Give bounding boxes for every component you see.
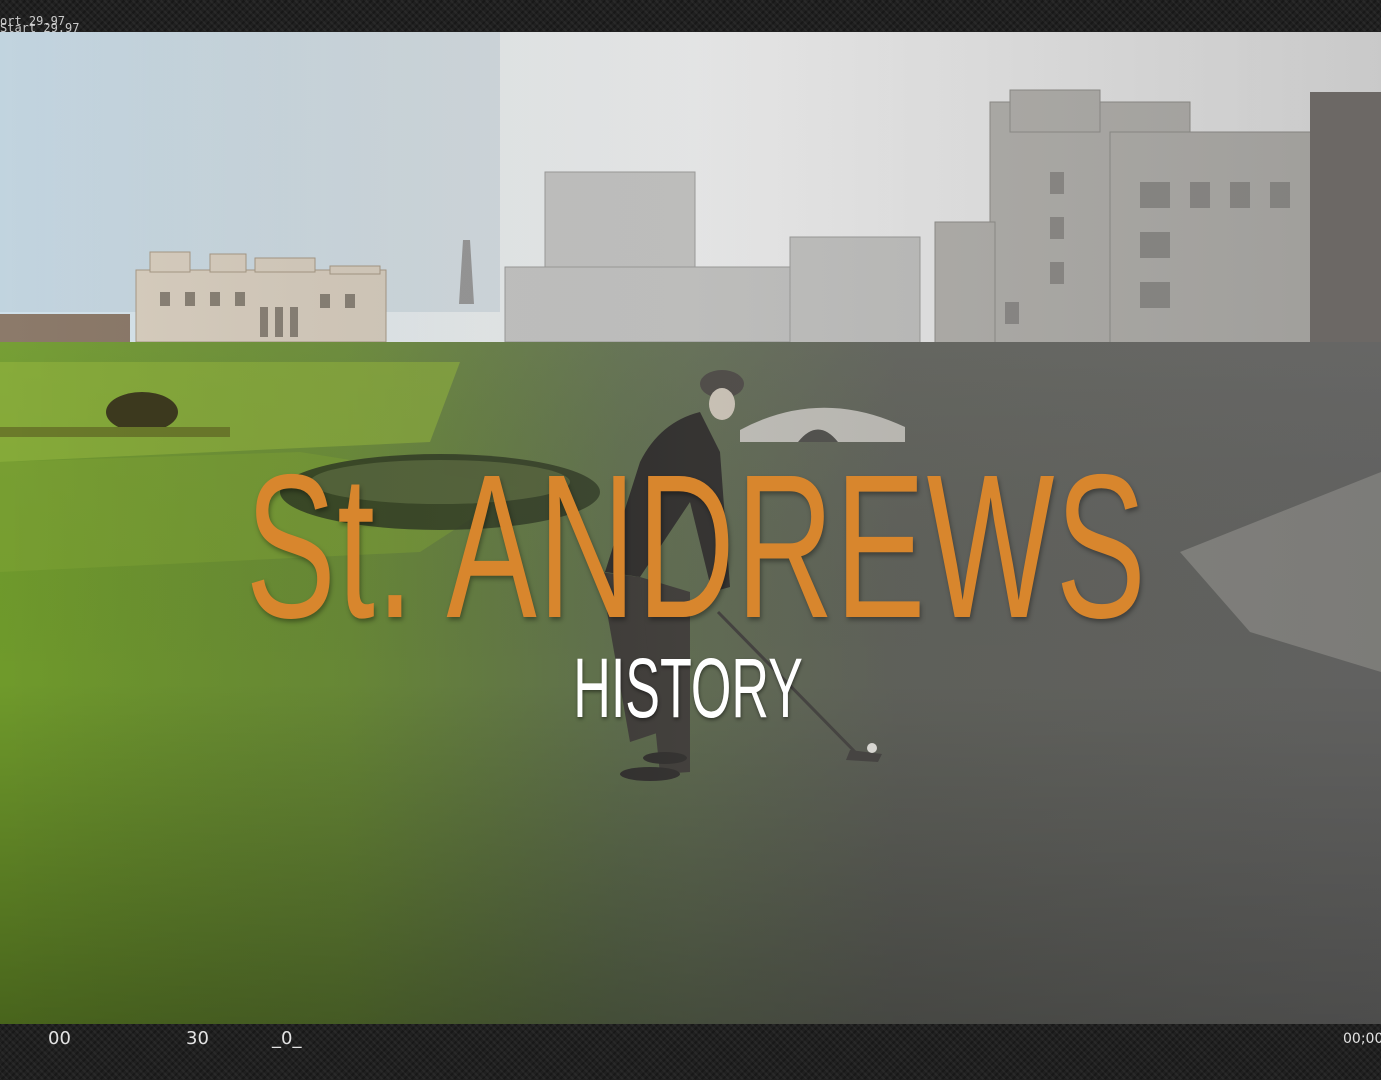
timecode-bottom-1: 00: [48, 1028, 71, 1049]
top-film-band: [0, 0, 1381, 32]
photo-frame: St. ANDREWS HISTORY: [0, 32, 1381, 1024]
timecode-bottom-2: 30: [186, 1028, 209, 1049]
timecode-bottom-4: 00;00: [1343, 1031, 1381, 1047]
timecode-bottom-3: _0_: [272, 1028, 302, 1049]
page-title: St. ANDREWS: [245, 432, 1148, 661]
page-subtitle: HISTORY: [573, 641, 803, 735]
